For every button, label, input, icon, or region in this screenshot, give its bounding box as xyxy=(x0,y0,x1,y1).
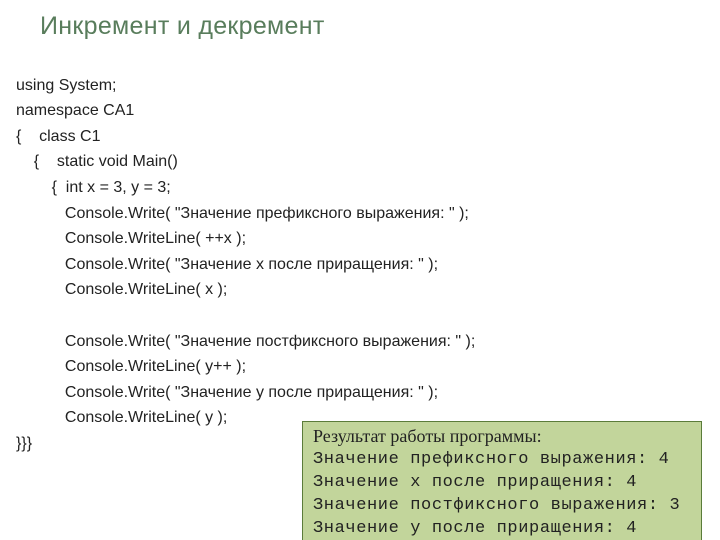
code-block: using System; namespace CA1 { class C1 {… xyxy=(0,47,720,457)
slide-title: Инкремент и декремент xyxy=(0,0,720,47)
code-line: using System; xyxy=(16,77,116,94)
code-line: { class C1 xyxy=(16,128,100,145)
code-line: Console.WriteLine( x ); xyxy=(16,281,227,298)
code-line: { static void Main() xyxy=(16,153,178,170)
code-line: }}} xyxy=(16,435,32,452)
result-heading: Результат работы программы: xyxy=(313,426,691,447)
result-output: Значение префиксного выражения: 4 Значен… xyxy=(313,449,691,540)
code-line: namespace CA1 xyxy=(16,102,134,119)
result-line: Значение постфиксного выражения: 3 xyxy=(313,496,680,515)
code-line: Console.Write( "Значение y после прираще… xyxy=(16,384,438,401)
code-line: Console.WriteLine( y++ ); xyxy=(16,358,246,375)
code-line: Console.WriteLine( y ); xyxy=(16,409,227,426)
result-line: Значение префиксного выражения: 4 xyxy=(313,450,669,469)
code-line: Console.Write( "Значение x после прираще… xyxy=(16,256,438,273)
slide: Инкремент и декремент using System; name… xyxy=(0,0,720,540)
result-line: Значение х после приращения: 4 xyxy=(313,473,637,492)
result-box: Результат работы программы: Значение пре… xyxy=(302,421,702,540)
code-line: { int x = 3, y = 3; xyxy=(16,179,171,196)
code-line: Console.Write( "Значение префиксного выр… xyxy=(16,205,469,222)
code-line: Console.WriteLine( ++x ); xyxy=(16,230,246,247)
code-line: Console.Write( "Значение постфиксного вы… xyxy=(16,333,475,350)
result-line: Значение y после приращения: 4 xyxy=(313,519,637,538)
